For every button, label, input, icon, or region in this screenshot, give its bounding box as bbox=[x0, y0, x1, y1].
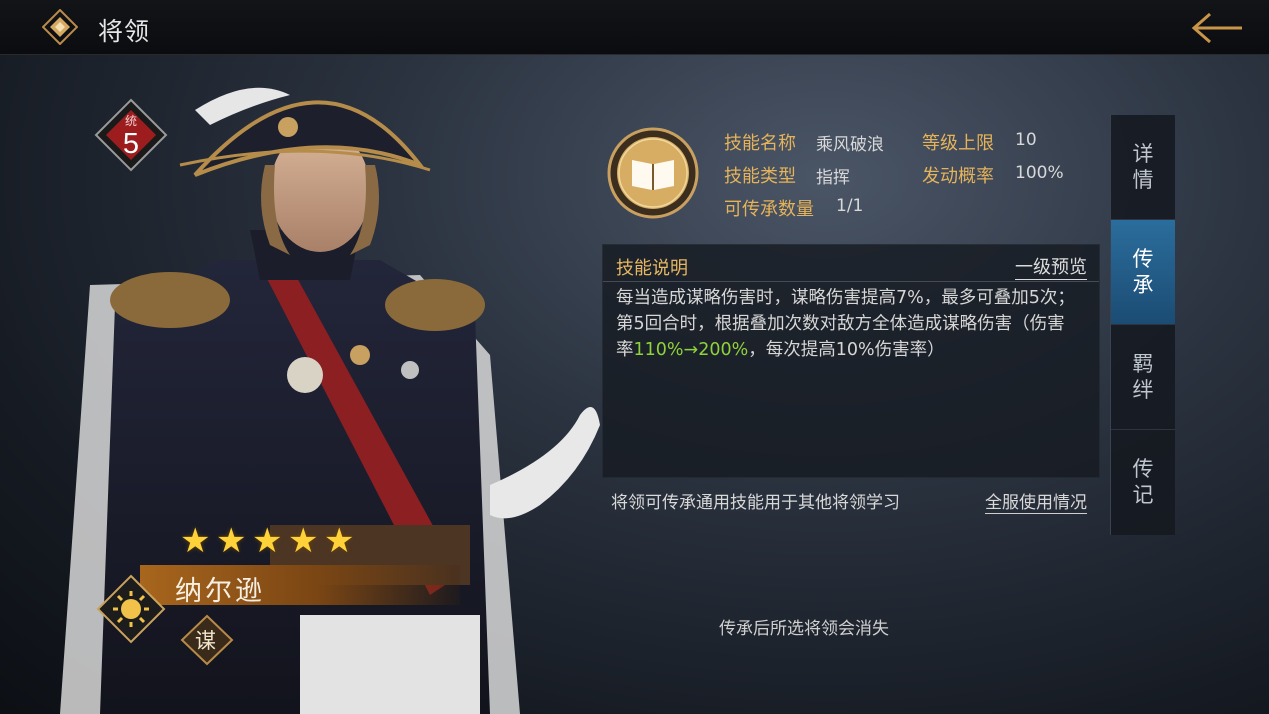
star-icon: ★ bbox=[180, 521, 211, 561]
tab-label: 传记 bbox=[1132, 457, 1154, 507]
inherit-warning: 传承后所选将领会消失 bbox=[719, 619, 889, 639]
tab-inherit[interactable]: 传承 bbox=[1111, 220, 1175, 325]
star-icon: ★ bbox=[216, 521, 247, 561]
level-preview-link[interactable]: 一级预览 bbox=[1015, 253, 1087, 280]
skill-name-value: 乘风破浪 bbox=[816, 135, 884, 155]
trigger-rate-value: 100% bbox=[1015, 163, 1064, 183]
description-text-part: ，每次提高10%伤害率） bbox=[748, 340, 945, 360]
skill-name-label: 技能名称 bbox=[724, 133, 796, 154]
skill-type-label: 技能类型 bbox=[724, 166, 796, 187]
inherit-count-value: 1/1 bbox=[836, 196, 864, 216]
star-icon: ★ bbox=[324, 521, 355, 561]
tab-biography[interactable]: 传记 bbox=[1111, 430, 1175, 534]
server-usage-link[interactable]: 全服使用情况 bbox=[985, 488, 1087, 514]
inherit-count-label: 可传承数量 bbox=[724, 199, 814, 220]
page-title: 将领 bbox=[98, 17, 151, 46]
description-header: 技能说明 一级预览 bbox=[603, 245, 1099, 282]
diamond-emblem-icon bbox=[42, 9, 78, 45]
damage-rate-highlight: 110%→200% bbox=[633, 340, 749, 360]
trigger-rate-label: 发动概率 bbox=[922, 166, 994, 187]
tab-label: 详情 bbox=[1132, 142, 1154, 192]
inherit-note: 将领可传承通用技能用于其他将领学习 bbox=[611, 493, 900, 513]
description-title: 技能说明 bbox=[616, 258, 688, 279]
star-icon: ★ bbox=[252, 521, 283, 561]
skill-description-text: 每当造成谋略伤害时，谋略伤害提高7%，最多可叠加5次；第5回合时，根据叠加次数对… bbox=[616, 285, 1082, 363]
side-tabs: 详情 传承 羁绊 传记 bbox=[1110, 115, 1175, 535]
max-level-value: 10 bbox=[1015, 130, 1037, 150]
tab-label: 羁绊 bbox=[1132, 352, 1154, 402]
skill-description-panel: 技能说明 一级预览 每当造成谋略伤害时，谋略伤害提高7%，最多可叠加5次；第5回… bbox=[602, 244, 1100, 478]
rank-type-label: 统 bbox=[124, 114, 137, 128]
skill-type-value: 指挥 bbox=[816, 168, 850, 188]
tab-bonds[interactable]: 羁绊 bbox=[1111, 325, 1175, 430]
sun-emblem-icon bbox=[96, 574, 166, 644]
book-skill-icon bbox=[607, 127, 699, 219]
hero-name: 纳尔逊 bbox=[175, 576, 265, 607]
star-rating: ★ ★ ★ ★ ★ bbox=[180, 524, 358, 560]
back-arrow-icon[interactable] bbox=[1188, 10, 1248, 46]
star-icon: ★ bbox=[288, 521, 319, 561]
tab-details[interactable]: 详情 bbox=[1111, 115, 1175, 220]
tab-label: 传承 bbox=[1132, 247, 1154, 297]
max-level-label: 等级上限 bbox=[922, 133, 994, 154]
top-bar: 将领 bbox=[0, 0, 1269, 55]
rank-number: 5 bbox=[122, 128, 140, 160]
hero-class-label: 谋 bbox=[195, 629, 216, 653]
